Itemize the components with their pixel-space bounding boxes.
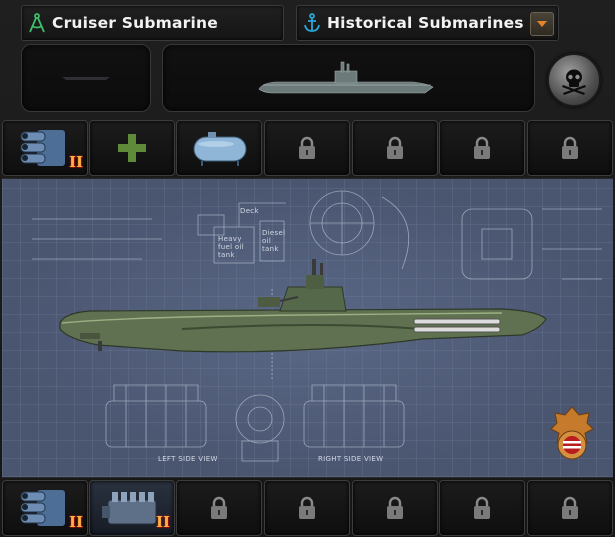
add-icon [118, 134, 146, 162]
diesel-engine-icon [102, 492, 157, 525]
ship-blueprint-area: Deck Heavy fuel oil tank Diesel oil tank… [2, 178, 613, 478]
slot-top-6-locked[interactable] [439, 120, 525, 176]
design-name-field[interactable]: Cruiser Submarine [21, 5, 284, 41]
fuel-tank-label: Heavy fuel oil tank [218, 235, 244, 259]
deck-label: Deck [240, 207, 259, 215]
variant-dropdown[interactable]: Historical Submarines [296, 5, 559, 41]
design-name: Cruiser Submarine [52, 14, 218, 32]
slot-bottom-6-locked[interactable] [439, 480, 525, 536]
lock-icon [299, 496, 315, 519]
lock-icon [562, 496, 578, 519]
slot-top-1[interactable]: II [2, 120, 88, 176]
right-side-view-label: RIGHT SIDE VIEW [318, 455, 384, 463]
lock-icon [387, 136, 403, 159]
ship-model-preview [162, 44, 535, 112]
blueprint-drawing [32, 190, 602, 462]
compass-icon [22, 13, 52, 33]
tier-label: II [68, 513, 83, 531]
ship-designer: Cruiser Submarine Historical Submarines [0, 0, 615, 537]
slot-bottom-1[interactable]: II [2, 480, 88, 536]
module-slots-bottom: II II [0, 480, 615, 536]
variant-name: Historical Submarines [327, 14, 524, 32]
slot-bottom-7-locked[interactable] [527, 480, 613, 536]
lock-icon [211, 496, 227, 519]
slot-top-5-locked[interactable] [352, 120, 438, 176]
module-slots-top: II [0, 120, 615, 176]
slot-top-3[interactable] [176, 120, 262, 176]
slot-top-2[interactable] [89, 120, 175, 176]
tier-label: II [155, 513, 170, 531]
left-side-view-label: LEFT SIDE VIEW [158, 455, 218, 463]
lock-icon [474, 496, 490, 519]
lock-icon [562, 136, 578, 159]
torpedo-launcher-icon [20, 130, 65, 166]
submarine-hull-icon [59, 259, 547, 353]
fuel-tank-icon [193, 132, 247, 166]
submarine-model-icon [258, 61, 434, 94]
tier-label: II [68, 153, 83, 171]
torpedo-launcher-icon [20, 490, 65, 526]
slot-bottom-4-locked[interactable] [264, 480, 350, 536]
slot-top-4-locked[interactable] [264, 120, 350, 176]
anchor-icon [297, 13, 327, 33]
submarine-thumbnail-icon [62, 77, 110, 80]
skull-crossbones-icon [562, 69, 586, 95]
oil-tank-label: Diesel oil tank [262, 229, 286, 253]
slot-bottom-2[interactable]: II [89, 480, 175, 536]
slot-bottom-5-locked[interactable] [352, 480, 438, 536]
lock-icon [299, 136, 315, 159]
lock-icon [474, 136, 490, 159]
submarine-role-badge-icon[interactable] [549, 405, 595, 469]
chevron-down-icon[interactable] [530, 12, 554, 36]
pirate-mode-button[interactable] [547, 53, 601, 107]
slot-top-7-locked[interactable] [527, 120, 613, 176]
lock-icon [387, 496, 403, 519]
slot-bottom-3-locked[interactable] [176, 480, 262, 536]
ship-silhouette-preview [21, 44, 151, 112]
